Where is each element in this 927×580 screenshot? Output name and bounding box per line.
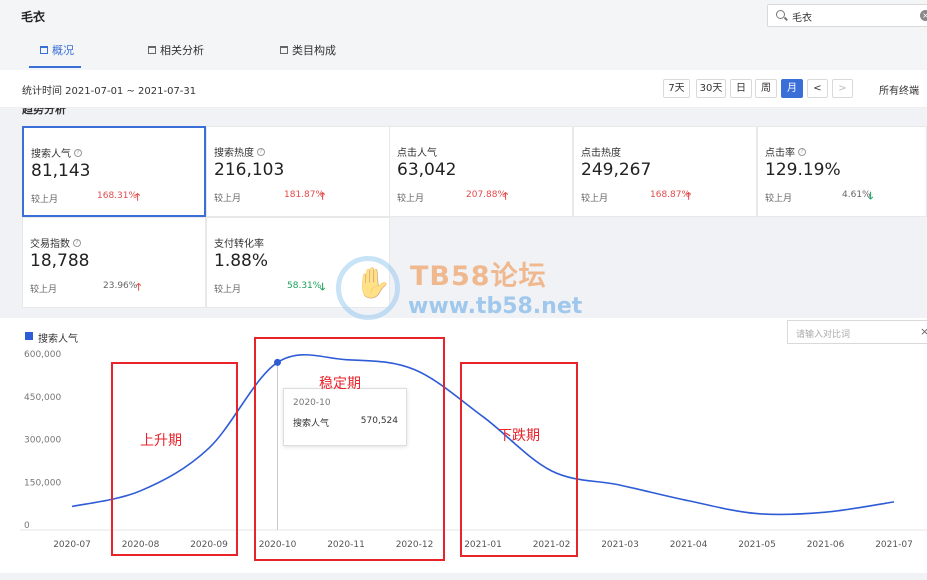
metric-compare-label: 较上月 [214,194,242,204]
arrow-up-icon: 🡑 [135,192,141,203]
x-tick-label: 2021-05 [738,540,776,550]
metric-value: 18,788 [30,251,90,271]
y-tick-label: 150,000 [24,478,61,488]
metric-compare-label: 较上月 [397,194,425,204]
metric-value: 249,267 [581,160,652,180]
annotation-label-falling: 下跌期 [498,428,540,444]
metric-label: 点击人气 [397,148,437,159]
metric-compare-label: 较上月 [214,285,242,295]
metric-card-search-heat[interactable]: 搜索热度? 216,103 较上月 181.87% 🡑 [206,126,390,217]
y-tick-label: 450,000 [24,393,61,403]
x-tick-label: 2021-04 [670,540,708,550]
metric-compare-label: 较上月 [30,285,58,295]
arrow-up-icon: 🡑 [136,282,142,293]
help-icon[interactable]: ? [257,147,265,156]
arrow-up-icon: 🡑 [686,191,692,202]
x-tick-label: 2021-03 [601,540,639,550]
clear-icon[interactable]: × [920,10,927,21]
x-tick-label: 2021-06 [807,540,845,550]
metric-label: 搜索热度 [214,148,254,159]
metric-change: 168.31% [97,191,138,201]
tab-label: 类目构成 [292,44,336,57]
metric-change: 4.61% [842,190,871,200]
tab-label: 相关分析 [160,44,204,57]
annotation-label-rising: 上升期 [140,433,182,449]
range-day-button[interactable]: 日 [730,79,752,98]
search-input[interactable]: 毛衣 × [767,4,927,27]
metric-value: 129.19% [765,160,841,180]
metric-card-click-popularity[interactable]: 点击人气 63,042 较上月 207.88% 🡑 [389,126,573,217]
arrow-down-icon: 🡓 [320,282,326,293]
next-period-button[interactable]: > [832,79,853,98]
metric-card-trade-index[interactable]: 交易指数? 18,788 较上月 23.96% 🡑 [22,217,206,308]
help-icon[interactable]: ? [74,148,82,157]
arrow-up-icon: 🡑 [503,191,509,202]
x-tick-label: 2020-07 [53,540,91,550]
metric-change: 207.88% [466,190,507,200]
watermark: ✋ TB58论坛 www.tb58.net [336,254,596,326]
top-bar: 毛衣 毛衣 × 概况 相关分析 类目构成 [0,0,927,70]
tab-label: 概况 [52,44,74,57]
y-tick-label: 600,000 [24,350,61,360]
hand-icon: ✋ [354,266,392,301]
metric-value: 63,042 [397,160,457,180]
metric-card-click-rate[interactable]: 点击率? 129.19% 较上月 4.61% 🡓 [757,126,927,217]
range-30d-button[interactable]: 30天 [696,79,726,98]
page-title: 毛衣 [21,10,46,24]
date-range: 统计时间 2021-07-01 ~ 2021-07-31 [22,86,197,97]
metric-card-search-popularity[interactable]: 搜索人气? 81,143 较上月 168.31% 🡑 [22,126,206,217]
range-month-button[interactable]: 月 [781,79,803,98]
help-icon[interactable]: ? [798,147,806,156]
metric-value: 1.88% [214,251,269,271]
active-tab-indicator [29,66,81,68]
arrow-up-icon: 🡑 [320,191,326,202]
help-icon[interactable]: ? [73,238,81,247]
metric-compare-label: 较上月 [31,195,59,205]
annotation-box-falling [460,362,578,557]
search-icon [776,10,785,19]
metric-compare-label: 较上月 [765,194,793,204]
terminal-select[interactable]: 所有终端 [879,82,919,97]
range-week-button[interactable]: 周 [755,79,777,98]
metric-change: 23.96% [103,281,138,291]
annotation-box-stable [254,337,445,561]
metric-label: 点击热度 [581,148,621,159]
metric-value: 216,103 [214,160,285,180]
metric-change: 168.87% [650,190,691,200]
tab-related-analysis[interactable]: 相关分析 [148,42,204,58]
metric-compare-label: 较上月 [581,194,609,204]
watermark-title: TB58论坛 [410,261,547,292]
metric-change: 181.87% [284,190,325,200]
bag-icon [280,46,288,54]
watermark-url: www.tb58.net [408,294,583,319]
y-tick-label: 300,000 [24,436,61,446]
annotation-label-stable: 稳定期 [319,376,361,392]
search-value: 毛衣 [792,13,812,24]
metric-card-click-heat[interactable]: 点击热度 249,267 较上月 168.87% 🡑 [573,126,757,217]
metric-value: 81,143 [31,161,91,181]
metric-label: 交易指数 [30,239,70,250]
tab-overview[interactable]: 概况 [40,42,74,58]
metric-label: 点击率 [765,148,795,159]
date-bar: 统计时间 2021-07-01 ~ 2021-07-31 7天 30天 日 周 … [0,70,927,108]
prev-period-button[interactable]: < [807,79,828,98]
annotation-box-rising [111,362,238,556]
bag-icon [148,46,156,54]
range-7d-button[interactable]: 7天 [663,79,690,98]
bag-icon [40,46,48,54]
tab-category[interactable]: 类目构成 [280,42,336,58]
metric-label: 支付转化率 [214,239,264,250]
x-tick-label: 2021-07 [875,540,913,550]
metric-change: 58.31% [287,281,322,291]
metric-label: 搜索人气 [31,149,71,160]
arrow-down-icon: 🡓 [868,191,874,202]
section-title: 趋势分析 [22,108,66,116]
